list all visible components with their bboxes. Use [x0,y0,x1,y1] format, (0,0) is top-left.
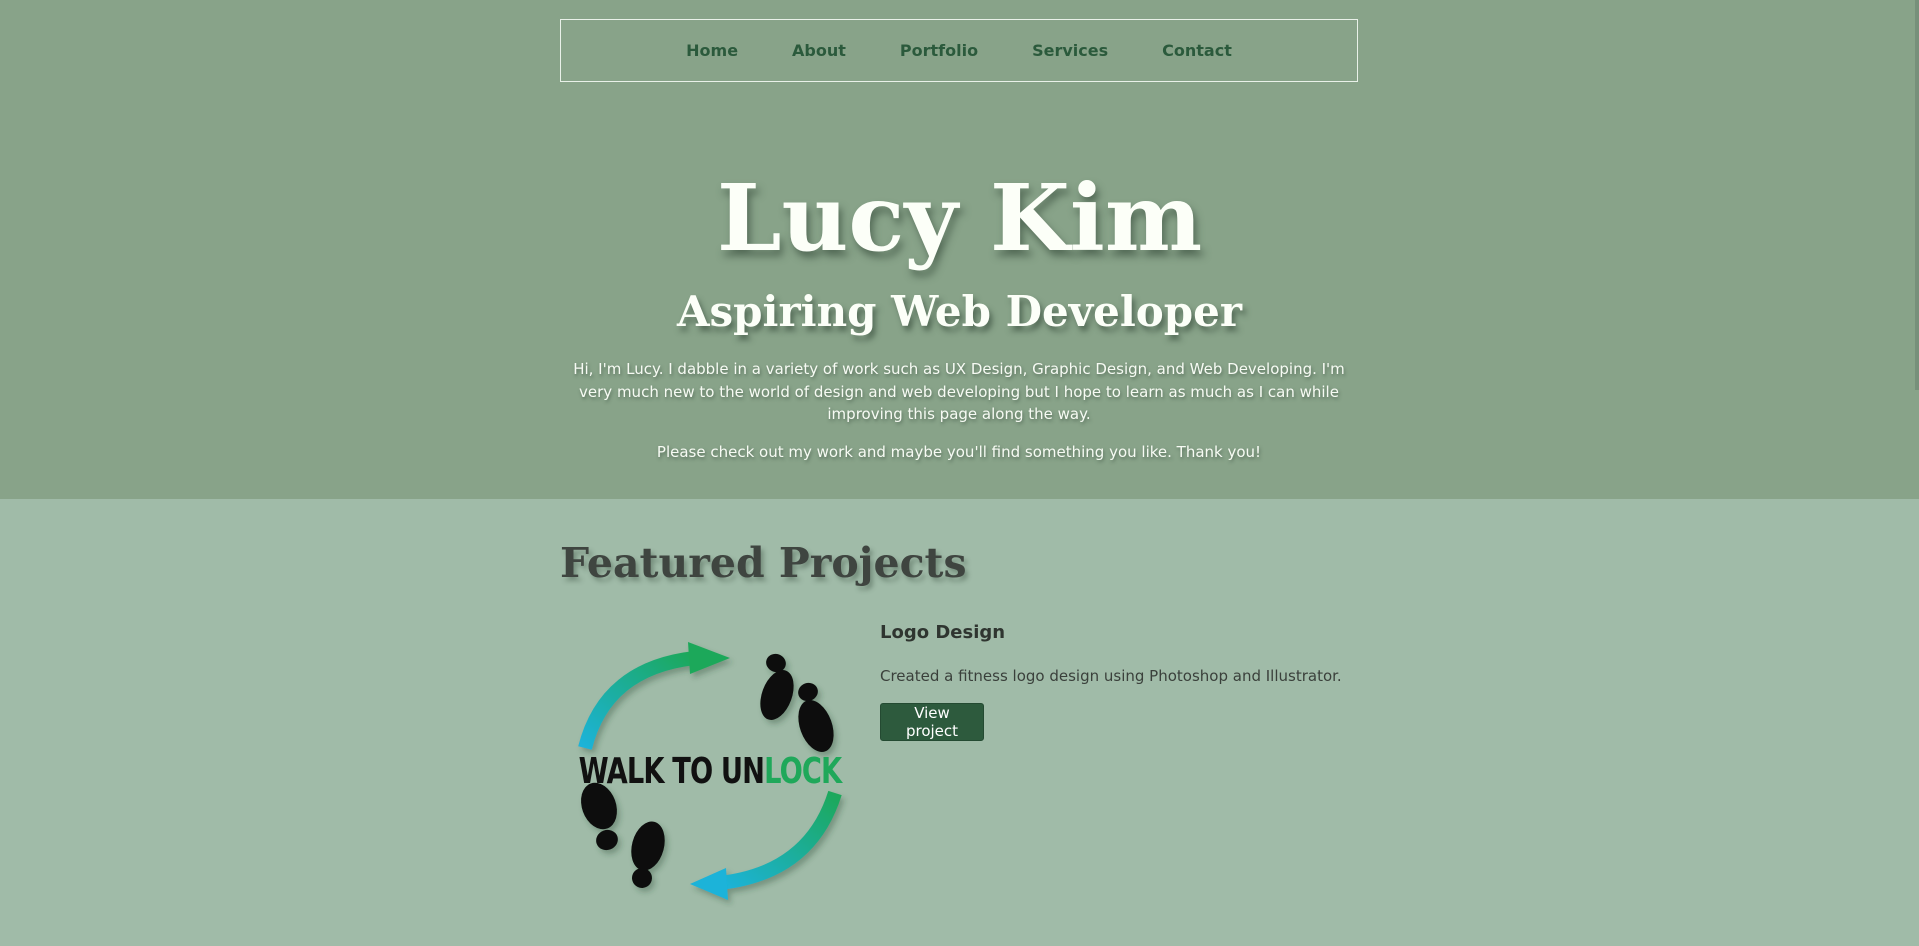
footprints-top-icon [760,653,834,752]
walk-to-unlock-logo: WALK TO UNLOCK [560,628,860,908]
nav-contact-link[interactable]: Contact [1162,41,1232,60]
footprints-bottom-icon [581,782,665,888]
hero-section: Home About Portfolio Services Contact Lu… [0,0,1919,499]
bottom-arrow-icon [719,790,842,890]
nav-about-link[interactable]: About [792,41,846,60]
bottom-arrowhead-icon [690,868,728,900]
featured-projects-title: Featured Projects [560,539,967,587]
hero-thanks: Please check out my work and maybe you'l… [656,443,1262,461]
nav-portfolio-link[interactable]: Portfolio [900,41,978,60]
top-arrowhead-icon [688,642,730,674]
top-arrow-icon [578,651,696,750]
svg-text:WALK TO UNLOCK: WALK TO UNLOCK [579,752,844,792]
hero-role: Aspiring Web Developer [676,287,1243,336]
nav-home-link[interactable]: Home [686,41,738,60]
project-title: Logo Design [880,622,1006,643]
nav-services-link[interactable]: Services [1032,41,1108,60]
scrollbar[interactable] [1915,0,1919,390]
project-description: Created a fitness logo design using Phot… [880,667,1342,685]
view-project-button[interactable]: View project [880,703,984,741]
main-nav: Home About Portfolio Services Contact [560,19,1358,82]
hero-name: Lucy Kim [716,164,1203,272]
hero-bio: Hi, I'm Lucy. I dabble in a variety of w… [573,360,1345,423]
logo-text-green: LOCK [764,752,843,792]
logo-text-dark: WALK TO UN [579,752,764,792]
